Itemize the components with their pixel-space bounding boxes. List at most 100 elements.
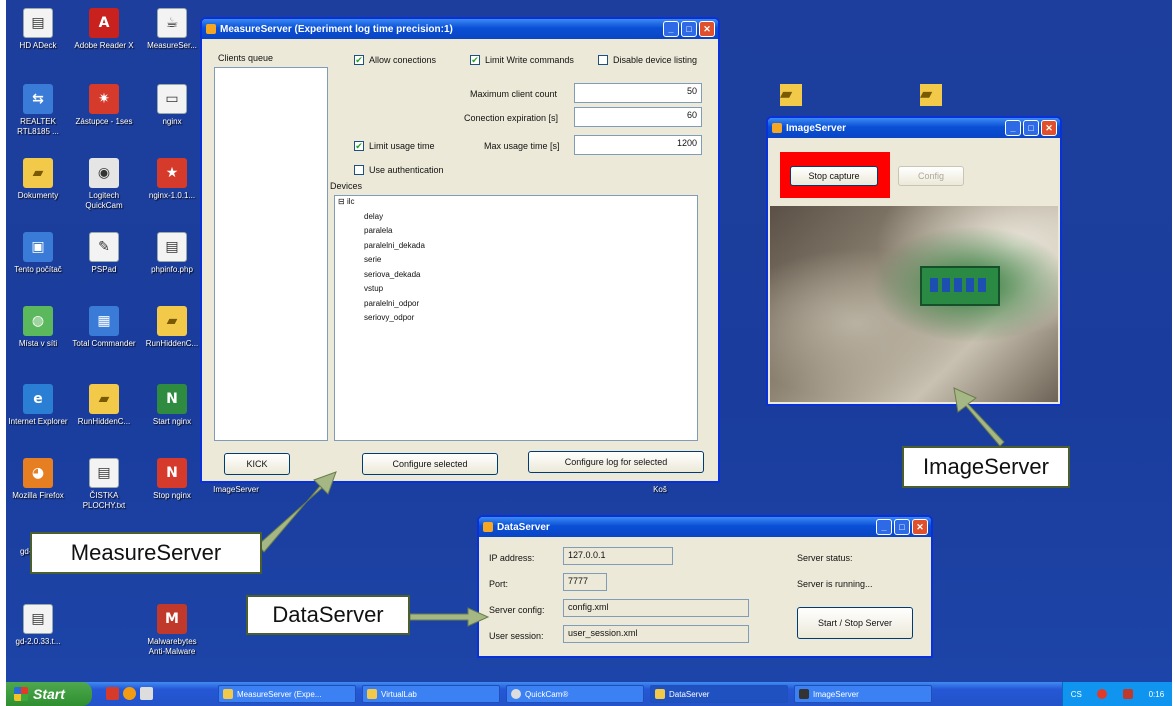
- firefox-icon: ◕: [23, 458, 53, 488]
- config-button[interactable]: Config: [898, 166, 964, 186]
- taskbar-item-imageserver[interactable]: ImageServer: [794, 685, 932, 703]
- maximize-button[interactable]: □: [681, 21, 697, 37]
- java-icon: [655, 689, 665, 699]
- close-button[interactable]: ✕: [912, 519, 928, 535]
- configure-selected-button[interactable]: Configure selected: [362, 453, 498, 475]
- image-server-titlebar[interactable]: ImageServer _ □ ✕: [768, 118, 1060, 138]
- data-server-titlebar[interactable]: DataServer _ □ ✕: [479, 517, 931, 537]
- tree-item[interactable]: paralela: [338, 224, 425, 239]
- callout-dataserver: DataServer: [246, 595, 410, 635]
- allow-connections-checkbox[interactable]: ✔ Allow conections: [354, 55, 436, 65]
- start-button[interactable]: Start: [6, 682, 92, 706]
- folder-icon[interactable]: ▰: [920, 84, 942, 106]
- folder-icon: ▰: [23, 158, 53, 188]
- data-server-window: DataServer _ □ ✕ IP address: 127.0.0.1 P…: [477, 515, 933, 658]
- desktop-icon-runhidden-1[interactable]: ▰ RunHiddenC...: [140, 306, 204, 349]
- maximize-button[interactable]: □: [894, 519, 910, 535]
- quick-launch-icon[interactable]: [106, 687, 119, 700]
- window-title: ImageServer: [786, 122, 847, 134]
- folder-icon: ▰: [89, 384, 119, 414]
- stop-capture-button[interactable]: Stop capture: [790, 166, 878, 186]
- desktop-icon-firefox[interactable]: ◕ Mozilla Firefox: [6, 458, 70, 501]
- language-indicator[interactable]: CS: [1071, 690, 1082, 699]
- maximize-button[interactable]: □: [1023, 120, 1039, 136]
- desktop-icon-imageserver[interactable]: ImageServer: [204, 482, 268, 495]
- expiration-field[interactable]: 60: [574, 107, 702, 127]
- configure-log-button[interactable]: Configure log for selected: [528, 451, 704, 473]
- desktop-icon-trash[interactable]: Koš: [628, 482, 692, 495]
- camera-icon: ◉: [89, 158, 119, 188]
- tree-item[interactable]: seriovy_odpor: [338, 311, 425, 326]
- max-usage-field[interactable]: 1200: [574, 135, 702, 155]
- desktop-icon-zastupce[interactable]: ✷ Zástupce - 1ses: [72, 84, 136, 127]
- desktop-icon-start-nginx[interactable]: N Start nginx: [140, 384, 204, 427]
- minimize-button[interactable]: _: [1005, 120, 1021, 136]
- desktop-icon-phpinfo[interactable]: ▤ phpinfo.php: [140, 232, 204, 275]
- star-icon: ★: [157, 158, 187, 188]
- folder-icon[interactable]: ▰: [780, 84, 802, 106]
- tree-item[interactable]: delay: [338, 210, 425, 225]
- tree-item[interactable]: paralelni_odpor: [338, 297, 425, 312]
- desktop-icon-ie[interactable]: e Internet Explorer: [6, 384, 70, 427]
- check-icon: ✔: [354, 141, 364, 151]
- desktop-icon-dokumenty[interactable]: ▰ Dokumenty: [6, 158, 70, 201]
- tray-icon[interactable]: [1123, 689, 1134, 699]
- desktop-icon-stop-nginx[interactable]: N Stop nginx: [140, 458, 204, 501]
- user-session-field[interactable]: user_session.xml: [563, 625, 749, 643]
- devices-label: Devices: [330, 181, 363, 191]
- desktop-icon-realtek[interactable]: ⇆ REALTEK RTL8185 ...: [6, 84, 70, 137]
- taskbar-item-dataserver[interactable]: DataServer: [650, 685, 788, 703]
- kick-button[interactable]: KICK: [224, 453, 290, 475]
- clients-queue-list[interactable]: [214, 67, 328, 441]
- desktop-icon-quickcam[interactable]: ◉ Logitech QuickCam: [72, 158, 136, 211]
- desktop-icon-hd-adeck[interactable]: ▤ HD ADeck: [6, 8, 70, 51]
- camera-icon: [511, 689, 521, 699]
- limit-write-checkbox[interactable]: ✔ Limit Write commands: [470, 55, 574, 65]
- doc-icon: ▤: [23, 604, 53, 634]
- taskbar: Start MeasureServer (Expe... VirtualLab …: [6, 682, 1172, 706]
- disk-icon: ▦: [89, 306, 119, 336]
- desktop-icon-pspad[interactable]: ✎ PSPad: [72, 232, 136, 275]
- use-auth-checkbox[interactable]: Use authentication: [354, 165, 444, 175]
- taskbar-item-quickcam[interactable]: QuickCam®: [506, 685, 644, 703]
- desktop-icon-cistka[interactable]: ▤ ČISTKA PLOCHY.txt: [72, 458, 136, 511]
- minimize-button[interactable]: _: [876, 519, 892, 535]
- quick-launch-icon[interactable]: [140, 687, 153, 700]
- tree-item[interactable]: paralelni_dekada: [338, 239, 425, 254]
- taskbar-item-virtuallab[interactable]: VirtualLab: [362, 685, 500, 703]
- close-button[interactable]: ✕: [1041, 120, 1057, 136]
- tree-item[interactable]: serie: [338, 253, 425, 268]
- taskbar-item-measureserver[interactable]: MeasureServer (Expe...: [218, 685, 356, 703]
- limit-usage-checkbox[interactable]: ✔ Limit usage time: [354, 141, 435, 151]
- desktop-icon-total-commander[interactable]: ▦ Total Commander: [72, 306, 136, 349]
- malware-icon: M: [157, 604, 187, 634]
- server-config-label: Server config:: [489, 605, 545, 615]
- measure-server-titlebar[interactable]: MeasureServer (Experiment log time preci…: [202, 19, 718, 39]
- tray-icon[interactable]: [1097, 689, 1108, 699]
- folder-icon: ▰: [157, 306, 187, 336]
- desktop-icon-adobe-reader[interactable]: A Adobe Reader X: [72, 8, 136, 51]
- trash-icon: Koš: [653, 485, 667, 494]
- tree-item[interactable]: seriova_dekada: [338, 268, 425, 283]
- desktop-icon-malwarebytes[interactable]: M Malwarebytes Anti-Malware: [140, 604, 204, 657]
- clock: 0:16: [1148, 689, 1165, 699]
- disable-listing-checkbox[interactable]: Disable device listing: [598, 55, 697, 65]
- tree-item[interactable]: vstup: [338, 282, 425, 297]
- minimize-button[interactable]: _: [663, 21, 679, 37]
- desktop-icon-nginx-zip[interactable]: ★ nginx-1.0.1...: [140, 158, 204, 201]
- max-client-field[interactable]: 50: [574, 83, 702, 103]
- server-config-field[interactable]: config.xml: [563, 599, 749, 617]
- desktop-icon-network-places[interactable]: ◍ Místa v síti: [6, 306, 70, 349]
- tree-root[interactable]: ⊟ ilc: [338, 195, 425, 210]
- desktop-icon-runhidden-2[interactable]: ▰ RunHiddenC...: [72, 384, 136, 427]
- network-icon: ⇆: [23, 84, 53, 114]
- close-button[interactable]: ✕: [699, 21, 715, 37]
- desktop-icon-measureserver[interactable]: ☕ MeasureSer...: [140, 8, 204, 51]
- start-stop-server-button[interactable]: Start / Stop Server: [797, 607, 913, 639]
- firefox-icon[interactable]: [123, 687, 136, 700]
- ip-field[interactable]: 127.0.0.1: [563, 547, 673, 565]
- desktop-icon-nginx[interactable]: ▭ nginx: [140, 84, 204, 127]
- desktop-icon-gd-archive[interactable]: ▤ gd-2.0.33.t...: [6, 604, 70, 647]
- desktop-icon-computer[interactable]: ▣ Tento počítač: [6, 232, 70, 275]
- port-field[interactable]: 7777: [563, 573, 607, 591]
